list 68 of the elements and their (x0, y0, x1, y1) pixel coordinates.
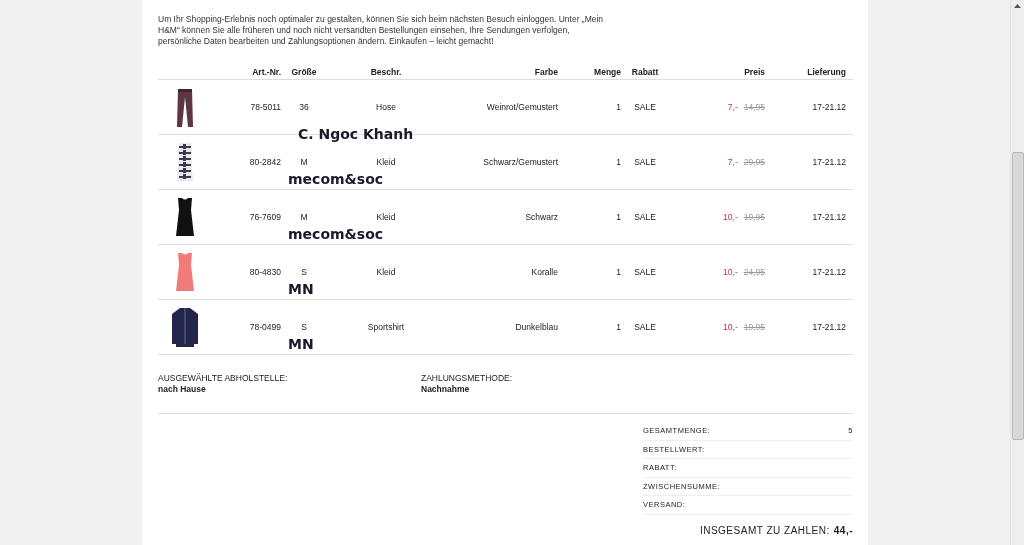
table-cell-text: 17-21.12 (811, 320, 846, 334)
table-cell-text: M (299, 210, 309, 224)
column-header: Lieferung (806, 65, 846, 79)
table-cell-text: Kleid (375, 155, 397, 169)
table-cell-text: S (300, 320, 308, 334)
table-cell-text: 1 (615, 265, 621, 279)
table-cell-text: 76-7609 (248, 210, 281, 224)
table-cell-text: Sportshirt (366, 320, 406, 334)
pickup-value: nach Hause (158, 384, 207, 395)
table-cell-text: SALE (633, 100, 657, 114)
overlay-annotation: C. Ngoc Khanh (298, 126, 414, 142)
table-cell-text: SALE (633, 265, 657, 279)
column-header: Preis (743, 65, 765, 79)
sale-price: 7,- (727, 155, 738, 169)
sale-price: 10,- (723, 320, 738, 334)
table-cell-text: 17-21.12 (811, 100, 846, 114)
table-cell-text: Hose (375, 100, 397, 114)
table-cell-text: SALE (633, 210, 657, 224)
original-price: 29,95 (743, 155, 765, 169)
table-cell-text: S (300, 265, 308, 279)
table-cell-text: Kleid (375, 265, 397, 279)
overlay-annotation: mecom&soc (288, 226, 384, 242)
table-cell-text: 17-21.12 (811, 155, 846, 169)
table-cell-text: Koralle (530, 265, 558, 279)
table-cell-text: 1 (615, 100, 621, 114)
total-value: 44,- (833, 523, 853, 538)
table-cell-text: M (299, 155, 309, 169)
payment-value: Nachnahme (421, 384, 471, 395)
column-header: Größe (290, 65, 318, 79)
table-cell-text: 17-21.12 (811, 210, 846, 224)
table-cell-text: 78-0499 (248, 320, 281, 334)
table-cell-text: Schwarz/Gemustert (482, 155, 558, 169)
table-cell-text: 1 (615, 155, 621, 169)
table-cell-text: SALE (633, 155, 657, 169)
table-cell-text: 1 (615, 320, 621, 334)
sale-price: 10,- (723, 265, 738, 279)
overlay-annotation: mecom&soc (288, 171, 384, 187)
table-cell-text: 36 (298, 100, 310, 114)
column-header: Art.-Nr. (251, 65, 281, 79)
original-price: 24,95 (743, 265, 765, 279)
scroll-up-icon[interactable] (1014, 4, 1021, 8)
table-cell-text: 80-2842 (248, 155, 281, 169)
table-cell-text: 80-4830 (248, 265, 281, 279)
column-header: Farbe (533, 65, 558, 79)
overlay-annotation: MN (288, 281, 314, 297)
table-cell-text: Kleid (375, 210, 397, 224)
table-cell-text: 17-21.12 (811, 265, 846, 279)
intro-paragraph: Um Ihr Shopping-Erlebnis noch optimaler zu gestalten, können Sie sich beim nächsten Besuch einloggen. Unter „Mein H&M“ können Sie alle früheren und noch nicht versandten Bestellungen einsehen, Ihre Sendungen verfolgen, persönliche Daten bearbeiten und Zahlungsoptionen ändern. Einkaufen – leicht gemacht! (158, 14, 605, 47)
total-label: INSGESAMT ZU ZAHLEN: (699, 523, 830, 538)
table-cell-text: 78-5011 (249, 100, 281, 114)
table-cell-text: Dunkelblau (514, 320, 558, 334)
overlay-annotation: MN (288, 336, 314, 352)
table-cell-text: SALE (633, 320, 657, 334)
table-cell-text: 1 (615, 210, 621, 224)
payment-label: ZAHLUNGSMETHODE: (421, 373, 513, 384)
pickup-label: AUSGEWÄHLTE ABHOLSTELLE: (158, 373, 289, 384)
original-price: 14,95 (743, 100, 765, 114)
table-cell-text: Weinrot/Gemustert (485, 100, 558, 114)
table-cell-text: Schwarz (524, 210, 558, 224)
sale-price: 10,- (723, 210, 738, 224)
original-price: 19,95 (743, 210, 765, 224)
scrollbar[interactable] (1010, 0, 1024, 545)
scrollbar-thumb[interactable] (1012, 152, 1024, 440)
column-header: Beschr. (369, 65, 403, 79)
sale-price: 7,- (727, 100, 738, 114)
column-header: Menge (593, 65, 621, 79)
column-header: Rabatt (630, 65, 660, 79)
original-price: 19,95 (743, 320, 765, 334)
